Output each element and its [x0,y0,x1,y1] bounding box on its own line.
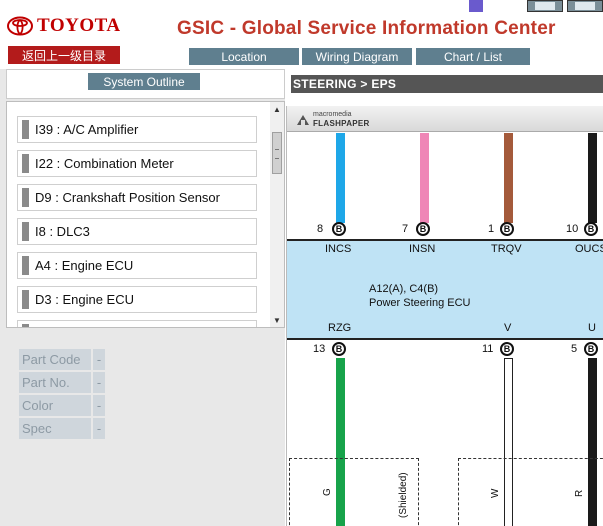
scroll-thumb[interactable] [272,132,282,174]
list-item-label: I22 : Combination Meter [35,156,174,171]
connector-pin: B [500,342,514,356]
wire-color-label: G [322,488,333,496]
connector-pin: B [416,222,430,236]
back-button[interactable]: 返回上一级目录 [8,46,120,64]
pin-number: 8 [317,223,324,235]
list-item-label: I8 : DLC3 [35,224,90,239]
signal-label: INCS [325,243,352,255]
connector-pin: B [500,222,514,236]
connector-pin: B [584,222,598,236]
wiring-diagram-viewer[interactable]: macromedia FLASHPAPER 8 B 7 B 1 B 10 B I… [286,106,603,526]
detail-value: - [93,395,105,416]
pin-number: 11 [482,343,494,355]
part-details-table: Part Code - Part No. - Color - Spec - [17,347,107,441]
list-item-label: D3 : Engine ECU [35,292,134,307]
component-list: I39 : A/C Amplifier I22 : Combination Me… [6,101,285,328]
pin-number: 5 [571,343,578,355]
toyota-emblem-icon [7,16,33,36]
list-marker [22,154,29,173]
detail-value: - [93,418,105,439]
toolbar-app-icon[interactable] [469,0,483,12]
pin-number: 7 [402,223,409,235]
list-marker [22,188,29,207]
signal-label: U [588,322,596,334]
list-item[interactable]: A4 : Engine ECU [17,252,257,279]
wire-color-label: W [490,488,501,498]
toolbar-window-icon-2[interactable] [567,0,603,12]
toyota-logo: TOYOTA [7,14,121,38]
connector-pin: B [332,222,346,236]
list-item-partial[interactable] [17,320,257,327]
chart-list-button[interactable]: Chart / List [416,48,530,65]
list-scrollbar[interactable]: ▲ ▼ [270,102,284,327]
scroll-down-icon[interactable]: ▼ [270,314,284,326]
brand-name: TOYOTA [37,15,121,36]
pin-number: 1 [488,223,495,235]
flashpaper-icon [295,113,311,127]
table-row: Color - [19,395,105,416]
system-outline-button[interactable]: System Outline [88,73,200,90]
list-marker [22,222,29,241]
signal-label: INSN [409,243,436,255]
wire-incs [336,133,345,223]
table-row: Spec - [19,418,105,439]
ecu-description: Power Steering ECU [369,297,471,309]
detail-value: - [93,349,105,370]
signal-label: V [504,322,512,334]
shielded-label: (Shielded) [398,472,409,518]
breadcrumb: STEERING > EPS [291,75,603,93]
gsic-window: TOYOTA GSIC - Global Service Information… [0,0,603,526]
flashpaper-brand-top: macromedia [313,111,352,118]
list-item[interactable]: I39 : A/C Amplifier [17,116,257,143]
list-marker [22,120,29,139]
signal-label: RZG [328,322,352,334]
list-item-label: A4 : Engine ECU [35,258,134,273]
list-item[interactable]: I8 : DLC3 [17,218,257,245]
list-item-label: D9 : Crankshaft Position Sensor [35,190,220,205]
pin-number: 10 [566,223,579,235]
list-marker [22,324,29,327]
signal-label: OUCS [575,243,603,255]
table-row: Part Code - [19,349,105,370]
location-button[interactable]: Location [189,48,299,65]
detail-label: Part Code [19,349,91,370]
list-item[interactable]: D9 : Crankshaft Position Sensor [17,184,257,211]
table-row: Part No. - [19,372,105,393]
scroll-up-icon[interactable]: ▲ [270,103,284,115]
list-marker [22,290,29,309]
list-marker [22,256,29,275]
flashpaper-brand-main: FLASHPAPER [313,119,370,128]
list-item-label: I39 : A/C Amplifier [35,122,139,137]
toolbar-window-icon[interactable] [527,0,563,12]
flashpaper-toolbar: macromedia FLASHPAPER [287,106,603,132]
list-item[interactable]: I22 : Combination Meter [17,150,257,177]
connector-pin: B [332,342,346,356]
wire-color-label: R [574,489,585,497]
detail-label: Part No. [19,372,91,393]
ecu-connector-name: A12(A), C4(B) [369,283,439,295]
window-toolbar [469,0,603,12]
list-item[interactable]: D3 : Engine ECU [17,286,257,313]
detail-value: - [93,372,105,393]
wire-oucs [588,133,597,223]
wiring-diagram-button[interactable]: Wiring Diagram [302,48,412,65]
page-title: GSIC - Global Service Information Center [177,18,556,39]
detail-label: Spec [19,418,91,439]
wire-trqv [504,133,513,223]
detail-label: Color [19,395,91,416]
pin-number: 13 [313,343,326,355]
flashpaper-logo: macromedia FLASHPAPER [295,111,370,128]
connector-pin: B [584,342,598,356]
wire-insn [420,133,429,223]
signal-label: TRQV [491,243,522,255]
